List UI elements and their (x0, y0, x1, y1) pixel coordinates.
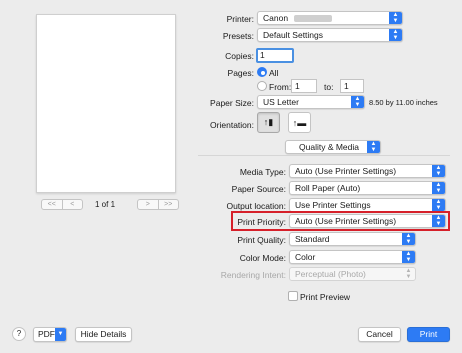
rendering-intent-popup: Perceptual (Photo) ▲ ▼ (289, 267, 416, 281)
chevron-updown-icon: ▲ ▼ (402, 251, 415, 263)
pdf-label: PDF (38, 329, 55, 339)
copies-field[interactable]: 1 (256, 48, 294, 63)
section-popup[interactable]: Quality & Media ▲ ▼ (285, 140, 381, 154)
pages-from-label: From: (269, 82, 292, 92)
media-type-label: Media Type: (239, 167, 286, 177)
color-mode-label: Color Mode: (239, 253, 286, 263)
chevron-updown-icon: ▲ ▼ (432, 165, 445, 177)
portrait-orientation-button[interactable]: ↑▮ (257, 112, 280, 133)
page-preview (36, 14, 176, 193)
chevron-updown-icon: ▲ ▼ (367, 141, 380, 153)
pages-from-field[interactable]: 1 (291, 79, 317, 93)
help-icon[interactable]: ? (12, 327, 26, 341)
rendering-intent-label: Rendering Intent: (220, 270, 286, 280)
section-popup-value: Quality & Media (299, 142, 359, 152)
chevron-down-icon: ▼ (55, 328, 66, 341)
paper-dimensions: 8.50 by 11.00 inches (369, 98, 438, 107)
output-location-value: Use Printer Settings (295, 200, 371, 210)
last-page-button[interactable]: >> (157, 200, 179, 209)
color-mode-value: Color (295, 252, 316, 262)
pages-all-radio[interactable] (257, 67, 267, 77)
presets-value: Default Settings (263, 30, 324, 40)
page-counter: 1 of 1 (95, 200, 116, 209)
pages-to-field[interactable]: 1 (340, 79, 364, 93)
next-page-button[interactable]: > (138, 200, 158, 209)
redacted-printer-model (294, 15, 333, 23)
color-mode-popup[interactable]: Color ▲ ▼ (289, 250, 416, 264)
print-preview-label: Print Preview (300, 292, 351, 302)
print-priority-value: Auto (Use Printer Settings) (295, 216, 397, 226)
pager-prev-group[interactable]: << < (41, 199, 83, 210)
print-quality-value: Standard (295, 234, 330, 244)
media-type-value: Auto (Use Printer Settings) (295, 166, 397, 176)
presets-popup[interactable]: Default Settings ▲ ▼ (257, 28, 403, 42)
pages-label: Pages: (227, 68, 254, 78)
chevron-updown-icon: ▲ ▼ (432, 182, 445, 194)
print-preview-checkbox[interactable] (288, 291, 298, 301)
rendering-intent-value: Perceptual (Photo) (295, 269, 366, 279)
hide-details-button[interactable]: Hide Details (75, 327, 132, 342)
print-priority-popup[interactable]: Auto (Use Printer Settings) ▲ ▼ (289, 214, 446, 228)
output-location-label: Output location: (226, 201, 286, 211)
print-quality-label: Print Quality: (237, 235, 286, 245)
chevron-updown-icon: ▲ ▼ (389, 29, 402, 41)
chevron-updown-icon: ▲ ▼ (351, 96, 364, 108)
chevron-updown-icon: ▲ ▼ (405, 268, 412, 280)
presets-label: Presets: (222, 31, 254, 41)
chevron-updown-icon: ▲ ▼ (389, 12, 402, 24)
chevron-updown-icon: ▲ ▼ (432, 199, 445, 211)
pages-to-label: to: (324, 82, 334, 92)
paper-source-value: Roll Paper (Auto) (295, 183, 361, 193)
paper-source-label: Paper Source: (231, 184, 286, 194)
media-type-popup[interactable]: Auto (Use Printer Settings) ▲ ▼ (289, 164, 446, 178)
printer-popup[interactable]: Canon ▲ ▼ (257, 11, 403, 25)
printer-label: Printer: (226, 14, 254, 24)
paper-size-value: US Letter (263, 97, 299, 107)
pager-next-group[interactable]: > >> (137, 199, 179, 210)
pdf-button[interactable]: PDF ▼ (33, 327, 67, 342)
portrait-icon: ↑▮ (263, 117, 274, 127)
paper-size-label: Paper Size: (210, 98, 254, 108)
chevron-updown-icon: ▲ ▼ (402, 233, 415, 245)
landscape-icon: ↑▬ (292, 117, 307, 128)
paper-source-popup[interactable]: Roll Paper (Auto) ▲ ▼ (289, 181, 446, 195)
copies-label: Copies: (225, 51, 254, 61)
paper-size-popup[interactable]: US Letter ▲ ▼ (257, 95, 365, 109)
pages-range-radio[interactable] (257, 81, 267, 91)
pages-all-label: All (269, 68, 279, 78)
orientation-label: Orientation: (210, 120, 254, 130)
prev-page-button[interactable]: < (61, 200, 83, 209)
print-priority-label: Print Priority: (237, 217, 286, 227)
printer-value: Canon (263, 13, 289, 23)
section-divider (198, 155, 450, 156)
output-location-popup[interactable]: Use Printer Settings ▲ ▼ (289, 198, 446, 212)
first-page-button[interactable]: << (42, 200, 62, 209)
print-button[interactable]: Print (407, 327, 450, 342)
print-quality-popup[interactable]: Standard ▲ ▼ (289, 232, 416, 246)
landscape-orientation-button[interactable]: ↑▬ (288, 112, 311, 133)
chevron-updown-icon: ▲ ▼ (432, 215, 445, 227)
cancel-button[interactable]: Cancel (358, 327, 401, 342)
